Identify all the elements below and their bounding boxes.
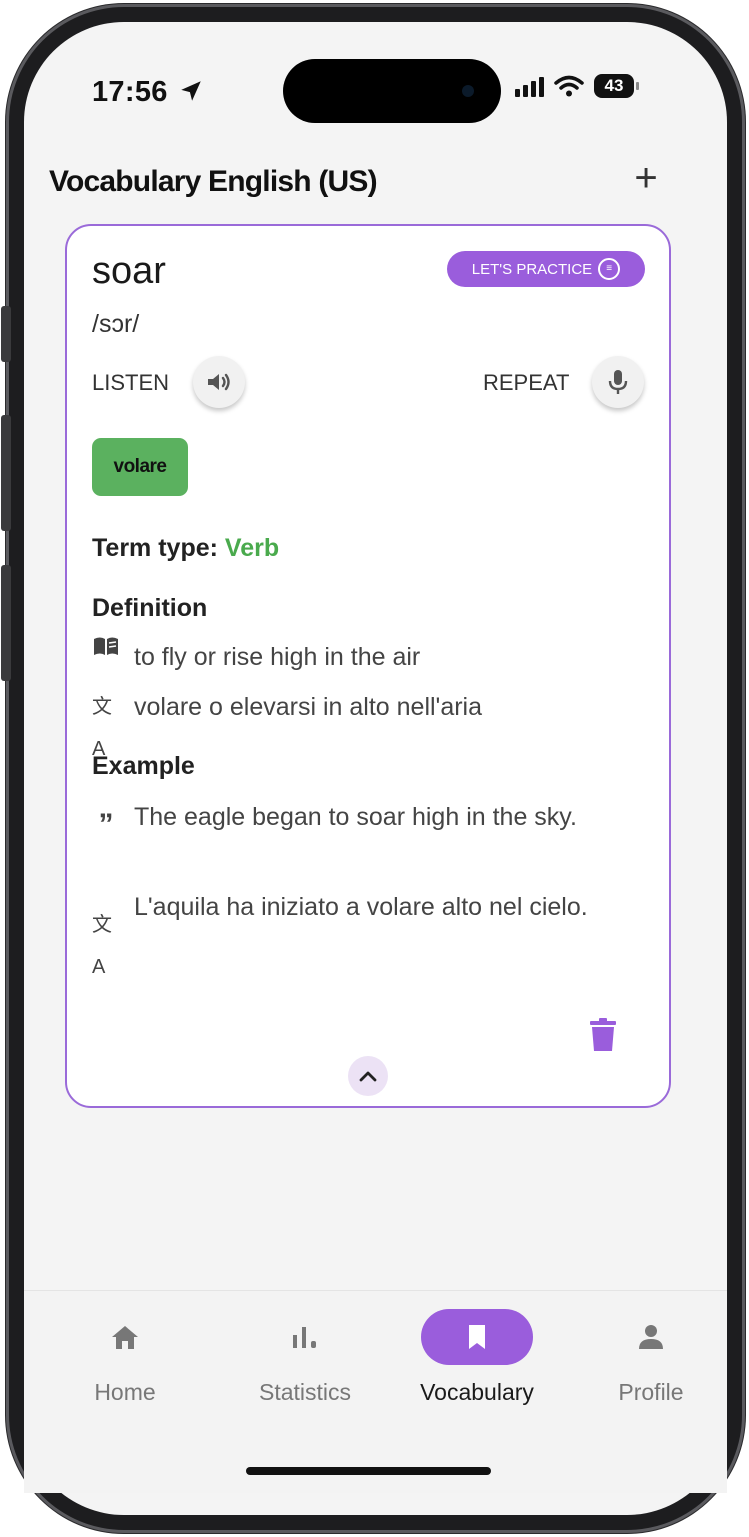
quote-icon: ” bbox=[98, 808, 114, 841]
vocabulary-card: soar LET'S PRACTICE ≡ /sɔr/ LISTEN REPEA… bbox=[65, 224, 671, 1108]
nav-icon-wrap bbox=[595, 1309, 707, 1365]
listen-button[interactable] bbox=[193, 356, 245, 408]
nav-label-profile: Profile bbox=[618, 1379, 684, 1405]
nav-label-home: Home bbox=[94, 1379, 156, 1405]
person-icon bbox=[639, 1325, 663, 1349]
example-english: ” The eagle began to soar high in the sk… bbox=[92, 796, 624, 846]
action-button bbox=[1, 306, 11, 362]
speaker-icon bbox=[208, 373, 230, 391]
home-icon bbox=[112, 1326, 138, 1349]
nav-icon-wrap bbox=[249, 1309, 361, 1365]
location-arrow-icon bbox=[181, 81, 201, 101]
definition-title: Definition bbox=[92, 594, 208, 622]
definition-translation-text: volare o elevarsi in alto nell'aria bbox=[134, 693, 483, 721]
home-indicator[interactable] bbox=[246, 1467, 491, 1475]
repeat-label: REPEAT bbox=[483, 370, 570, 395]
microphone-icon bbox=[608, 370, 628, 394]
translate-icon: 文A bbox=[92, 914, 112, 978]
lets-practice-button[interactable]: LET'S PRACTICE ≡ bbox=[447, 251, 645, 287]
book-icon bbox=[92, 636, 120, 656]
definition-english: to fly or rise high in the air bbox=[92, 636, 624, 678]
nav-icon-wrap-active bbox=[421, 1309, 533, 1365]
status-time: 17:56 bbox=[92, 76, 168, 108]
nav-item-home[interactable]: Home bbox=[60, 1309, 190, 1406]
example-english-text: The eagle began to soar high in the sky. bbox=[134, 803, 577, 831]
term-type-label: Term type: bbox=[92, 534, 218, 562]
collapse-button[interactable] bbox=[348, 1056, 388, 1096]
bookmark-icon bbox=[469, 1325, 485, 1349]
camera-dot bbox=[462, 85, 474, 97]
listen-label: LISTEN bbox=[92, 370, 170, 395]
wifi-icon bbox=[554, 75, 584, 97]
bar-chart-icon bbox=[293, 1327, 316, 1348]
phonetic: /sɔr/ bbox=[92, 310, 140, 338]
practice-label: LET'S PRACTICE bbox=[471, 260, 593, 278]
battery-level: 43 bbox=[604, 76, 624, 95]
add-button[interactable]: + bbox=[626, 158, 666, 200]
term-type-value: Verb bbox=[224, 534, 280, 562]
nav-label-statistics: Statistics bbox=[258, 1379, 352, 1405]
bottom-nav: Home Statistics Vocabulary Profile bbox=[24, 1290, 727, 1493]
volume-down-button bbox=[1, 565, 11, 681]
volume-up-button bbox=[1, 415, 11, 531]
nav-item-profile[interactable]: Profile bbox=[586, 1309, 716, 1406]
page-title: Vocabulary English (US) bbox=[49, 165, 378, 198]
example-translation: 文A L'aquila ha iniziato a volare alto ne… bbox=[92, 886, 624, 988]
term-type: Term type: Verb bbox=[92, 534, 279, 563]
definition-english-text: to fly or rise high in the air bbox=[134, 643, 421, 671]
term-word: soar bbox=[92, 250, 166, 292]
repeat-button[interactable] bbox=[592, 356, 644, 408]
nav-label-vocabulary: Vocabulary bbox=[420, 1379, 534, 1405]
chat-bubble-icon: ≡ bbox=[598, 258, 621, 280]
translation-chip: volare bbox=[92, 438, 188, 496]
nav-item-statistics[interactable]: Statistics bbox=[240, 1309, 370, 1406]
nav-item-vocabulary[interactable]: Vocabulary bbox=[412, 1309, 542, 1406]
cellular-signal-icon bbox=[515, 75, 544, 97]
delete-icon[interactable] bbox=[590, 1018, 616, 1052]
nav-icon-wrap bbox=[69, 1309, 181, 1365]
example-translation-text: L'aquila ha iniziato a volare alto nel c… bbox=[134, 893, 588, 921]
battery-icon: 43 bbox=[594, 74, 639, 98]
chevron-up-icon bbox=[359, 1071, 377, 1082]
example-title: Example bbox=[92, 752, 195, 780]
status-icons: 43 bbox=[515, 74, 639, 98]
